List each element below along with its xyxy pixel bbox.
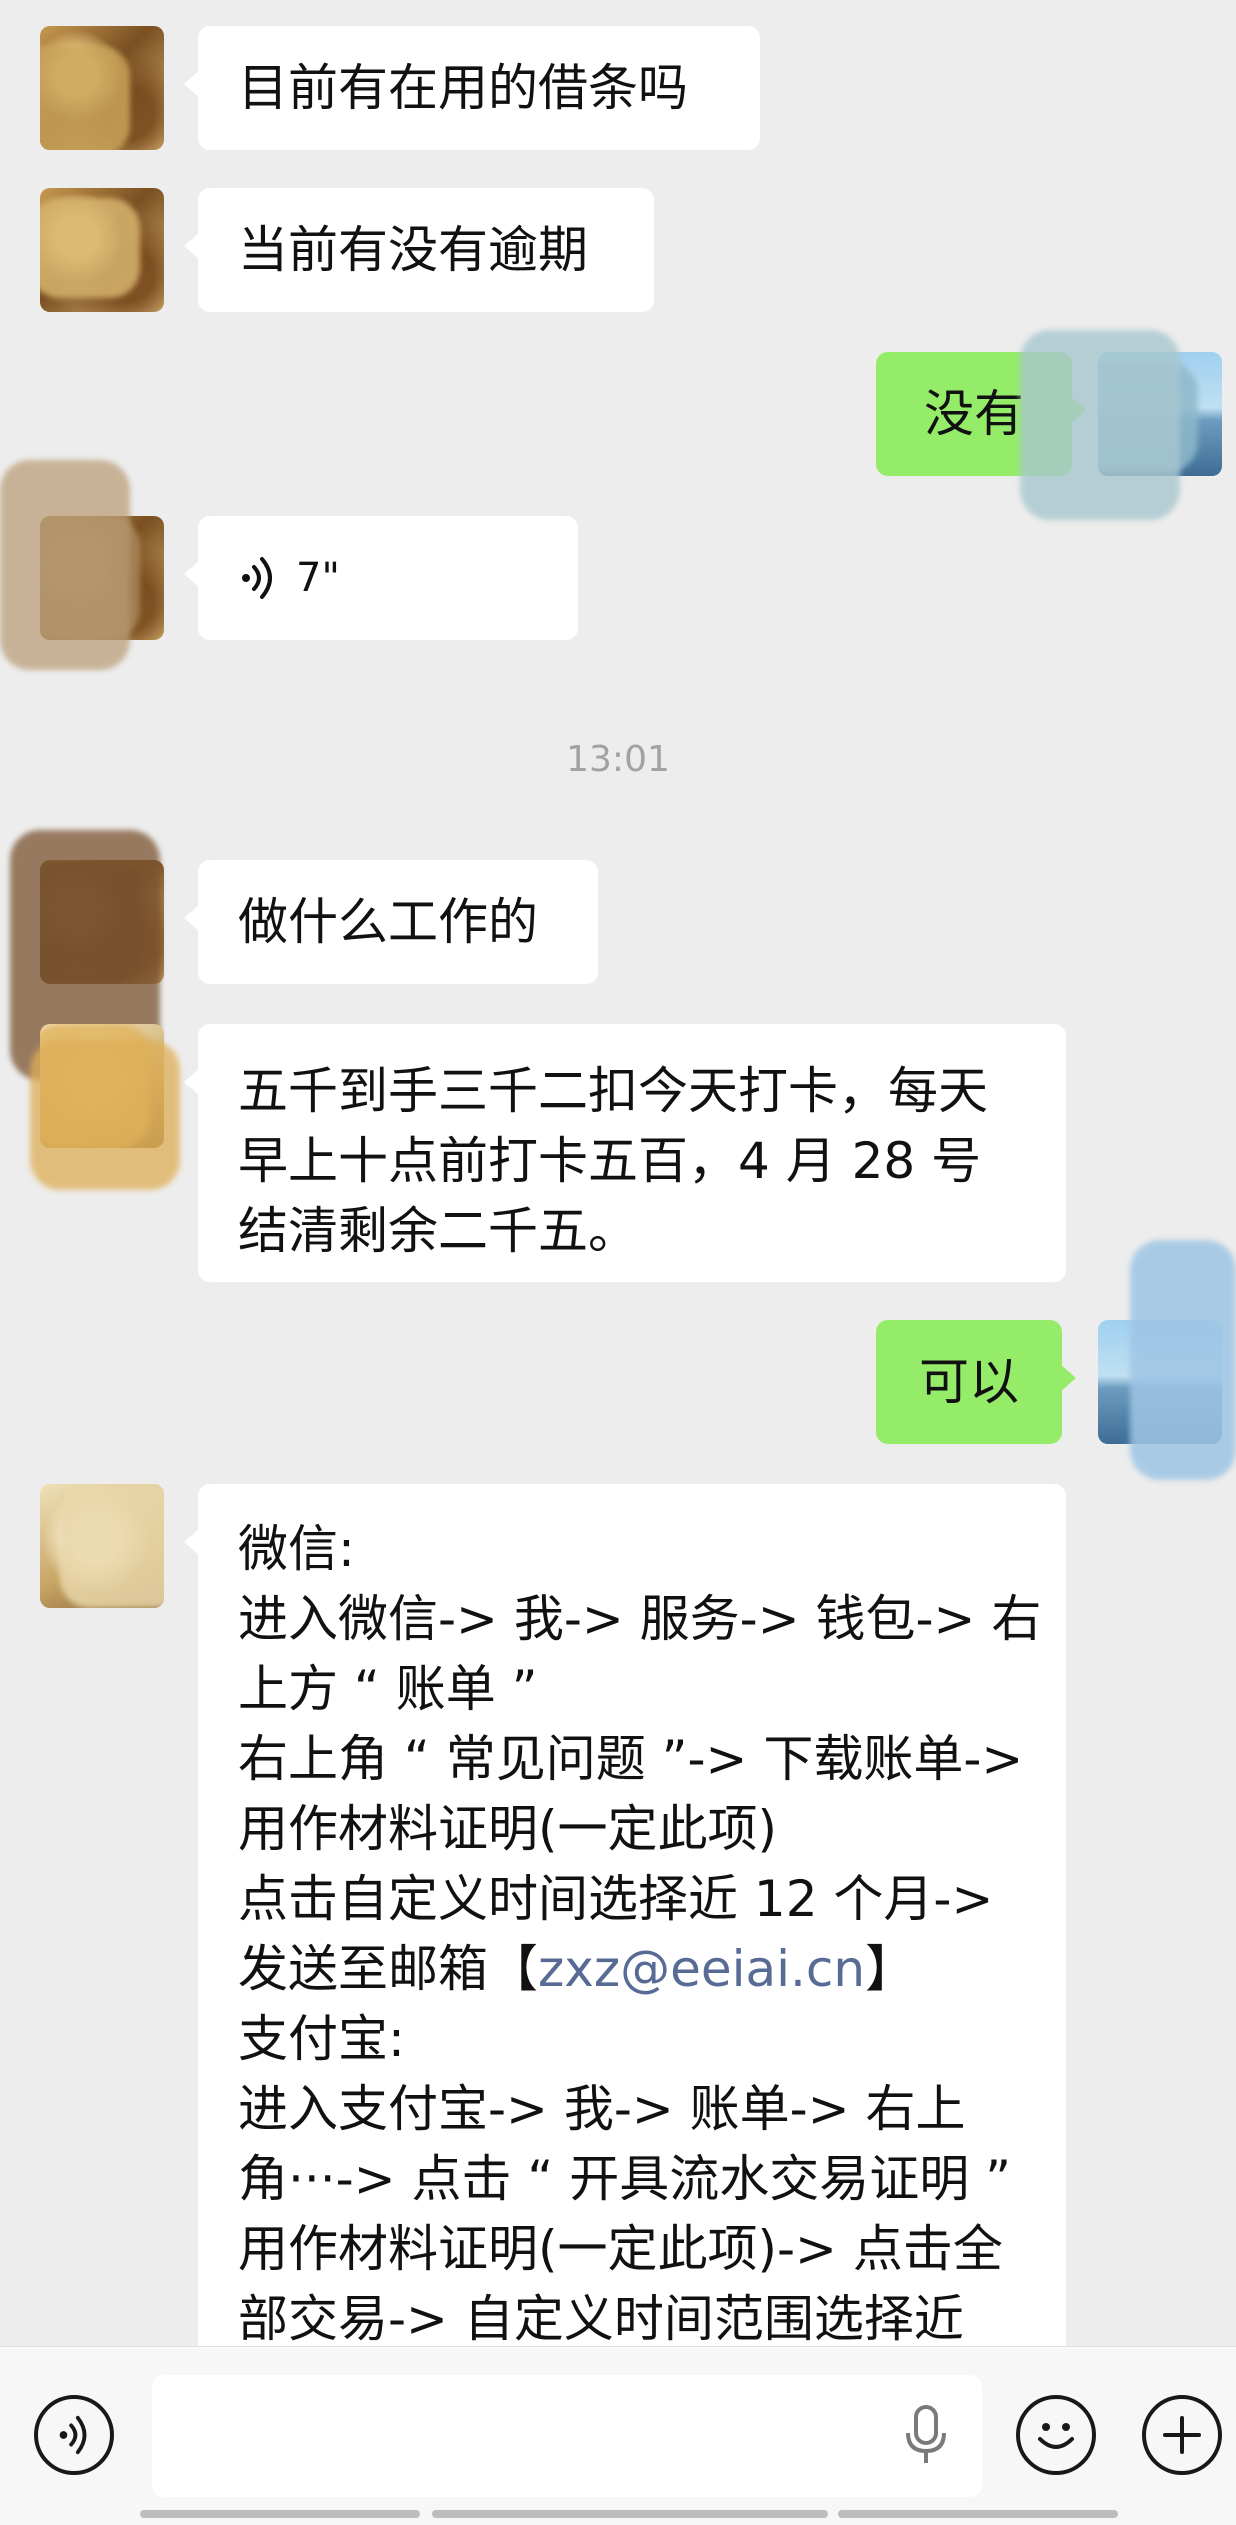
message-line: 右上角 “ 常见问题 ”-> 下载账单-> bbox=[238, 1730, 1024, 1788]
email-suffix: 】 bbox=[865, 1940, 916, 1998]
voice-icon bbox=[59, 2415, 87, 2455]
email-line: 发送至邮箱【zxz@eeiai.cn】 bbox=[238, 1934, 1028, 2004]
contact-avatar[interactable] bbox=[40, 26, 164, 150]
voice-duration: 7" bbox=[296, 555, 340, 601]
more-actions-button[interactable] bbox=[1142, 2395, 1222, 2475]
message-text: 没有 bbox=[924, 385, 1024, 443]
message-bubble-incoming[interactable]: 五千到手三千二扣今天打卡，每天 早上十点前打卡五百，4 月 28 号 结清剩余二… bbox=[184, 1024, 1066, 1282]
message-bubble-incoming[interactable]: 做什么工作的 bbox=[184, 860, 598, 984]
message-bubble-incoming[interactable]: 当前有没有逾期 bbox=[184, 188, 654, 312]
message-line: 部交易-> 自定义时间范围选择近 bbox=[238, 2290, 964, 2346]
message-line: 用作材料证明(一定此项)-> 点击全 bbox=[238, 2220, 1003, 2278]
message-line: 点击自定义时间选择近 12 个月-> bbox=[238, 1870, 994, 1928]
chat-input-bar bbox=[0, 2346, 1236, 2525]
message-line: 进入支付宝-> 我-> 账单-> 右上 bbox=[238, 2080, 966, 2138]
message-input[interactable] bbox=[152, 2375, 982, 2497]
message-line: 微信: bbox=[238, 1520, 355, 1578]
chat-message-list[interactable]: 目前有在用的借条吗 当前有没有逾期 没有 7" 13:01 做什么工作的 五千到… bbox=[0, 0, 1236, 2346]
smiley-icon bbox=[1038, 2423, 1074, 2449]
plus-icon bbox=[1163, 2416, 1201, 2454]
voice-wave-icon bbox=[242, 557, 272, 599]
voice-toggle-button[interactable] bbox=[34, 2395, 114, 2475]
scroll-indicator bbox=[838, 2510, 1118, 2518]
avatar-blur bbox=[1020, 330, 1180, 520]
scroll-indicator bbox=[140, 2510, 420, 2518]
message-line: 进入微信-> 我-> 服务-> 钱包-> 右 bbox=[238, 1590, 1042, 1648]
email-link[interactable]: zxz@eeiai.cn bbox=[538, 1940, 865, 1998]
message-bubble-outgoing[interactable]: 可以 bbox=[876, 1320, 1076, 1444]
voice-message[interactable]: 7" bbox=[184, 516, 578, 640]
scroll-indicator bbox=[432, 2510, 828, 2518]
message-text: 可以 bbox=[919, 1353, 1019, 1411]
message-text: 做什么工作的 bbox=[238, 893, 538, 951]
message-line: 早上十点前打卡五百，4 月 28 号 bbox=[238, 1132, 982, 1190]
message-line: 结清剩余二千五。 bbox=[238, 1202, 638, 1260]
email-prefix: 发送至邮箱【 bbox=[238, 1940, 538, 1998]
contact-avatar[interactable] bbox=[40, 1484, 164, 1608]
message-line: 上方 “ 账单 ” bbox=[238, 1660, 538, 1718]
message-line: 支付宝: bbox=[238, 2010, 405, 2068]
avatar-blur bbox=[0, 460, 130, 670]
instructions-message[interactable]: 微信: 进入微信-> 我-> 服务-> 钱包-> 右 上方 “ 账单 ” 右上角… bbox=[184, 1484, 1066, 2346]
emoji-button[interactable] bbox=[1016, 2395, 1096, 2475]
avatar-blur bbox=[1130, 1240, 1236, 1480]
message-bubble-incoming[interactable]: 目前有在用的借条吗 bbox=[184, 26, 760, 150]
microphone-icon[interactable] bbox=[900, 2405, 952, 2467]
message-line: 角···-> 点击 “ 开具流水交易证明 ” bbox=[238, 2150, 1011, 2208]
contact-avatar[interactable] bbox=[40, 188, 164, 312]
message-line: 五千到手三千二扣今天打卡，每天 bbox=[238, 1062, 988, 1120]
message-line: 用作材料证明(一定此项) bbox=[238, 1800, 778, 1858]
message-text: 目前有在用的借条吗 bbox=[238, 59, 688, 117]
chat-timestamp: 13:01 bbox=[566, 739, 670, 780]
avatar-blur bbox=[30, 1040, 180, 1190]
message-text: 当前有没有逾期 bbox=[238, 221, 588, 279]
